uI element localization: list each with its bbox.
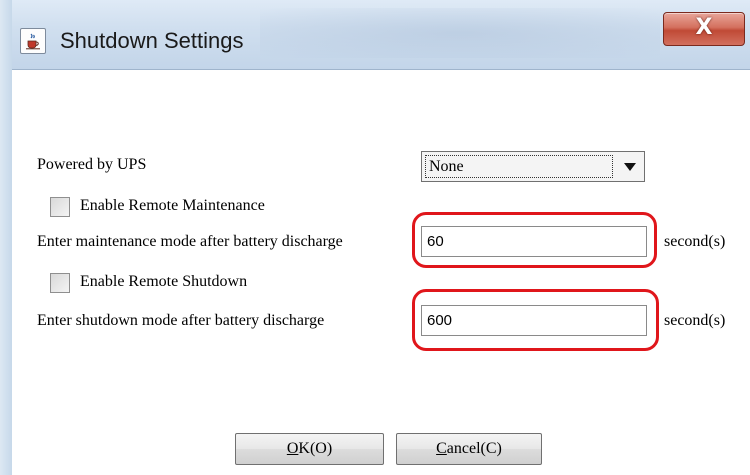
ups-selected-value: None xyxy=(425,155,613,178)
maintenance-mode-label: Enter maintenance mode after battery dis… xyxy=(37,233,343,250)
chevron-down-icon[interactable] xyxy=(624,163,636,171)
ups-label: Powered by UPS xyxy=(37,156,147,173)
shutdown-seconds-input[interactable]: 600 xyxy=(421,305,647,336)
shutdown-mode-label: Enter shutdown mode after battery discha… xyxy=(37,312,325,329)
cancel-button[interactable]: Cancel(C) xyxy=(396,433,542,465)
ok-label: K(O) xyxy=(298,440,333,457)
ups-select[interactable]: None xyxy=(421,151,645,182)
cancel-label: ancel(C) xyxy=(446,440,502,457)
close-icon: X xyxy=(695,15,713,40)
maintenance-seconds-input[interactable]: 60 xyxy=(421,226,647,257)
close-button[interactable]: X xyxy=(663,12,745,46)
ok-button[interactable]: OK(O) xyxy=(235,433,384,465)
titlebar-background xyxy=(260,8,660,58)
shutdown-settings-dialog: Shutdown Settings X Powered by UPS None … xyxy=(0,0,750,475)
window-title: Shutdown Settings xyxy=(60,28,244,53)
enable-remote-shutdown-checkbox[interactable] xyxy=(50,273,70,293)
java-cup-icon xyxy=(20,28,46,54)
title-bar[interactable]: Shutdown Settings X xyxy=(0,0,750,70)
shutdown-unit-label: second(s) xyxy=(664,312,726,329)
maintenance-unit-label: second(s) xyxy=(664,233,726,250)
cancel-mnemonic: C xyxy=(436,440,447,457)
enable-remote-shutdown-label: Enable Remote Shutdown xyxy=(80,273,248,290)
enable-remote-maintenance-checkbox[interactable] xyxy=(50,197,70,217)
enable-remote-maintenance-label: Enable Remote Maintenance xyxy=(80,197,265,214)
window-left-border xyxy=(0,0,12,475)
ok-mnemonic: O xyxy=(286,440,299,457)
